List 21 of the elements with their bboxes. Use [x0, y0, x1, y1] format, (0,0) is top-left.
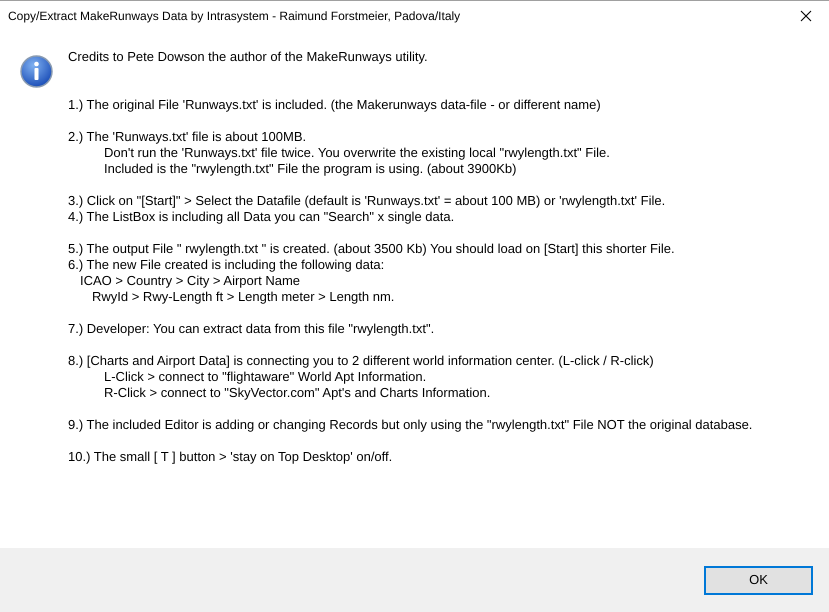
message-line: Included is the "rwylength.txt" File the program is using. (about 3900Kb)	[104, 161, 518, 177]
message-line: R-Click > connect to "SkyVector.com" Apt's and Charts Information.	[104, 385, 492, 401]
message-line: 10.) The small [ T ] button > 'stay on Top Desktop' on/off.	[68, 449, 394, 465]
message-line: 5.) The output File " rwylength.txt " is created. (about 3500 Kb) You should load on [Start] this shorter File.	[68, 241, 676, 257]
message-line: L-Click > connect to "flightaware" World Apt Information.	[104, 369, 428, 385]
credits-text: Credits to Pete Dowson the author of the MakeRunways utility.	[68, 49, 429, 65]
message-line: 2.) The 'Runways.txt' file is about 100MB.	[68, 129, 308, 145]
message-line: 3.) Click on "[Start]" > Select the Datafile (default is 'Runways.txt' = about 100 MB) or 'rwylength.txt' File.	[68, 193, 666, 209]
ok-button[interactable]: OK	[704, 566, 813, 594]
message-line: 6.) The new File created is including the following data:	[68, 257, 386, 273]
message-line: 7.) Developer: You can extract data from this file "rwylength.txt".	[68, 321, 436, 337]
message-line: 9.) The included Editor is adding or changing Records but only using the "rwylength.txt" File NOT the original database.	[68, 417, 752, 433]
close-icon	[800, 10, 812, 22]
message-line: RwyId > Rwy-Length ft > Length meter > Length nm.	[92, 289, 396, 305]
message-line: ICAO > Country > City > Airport Name	[80, 273, 301, 289]
message-line: 1.) The original File 'Runways.txt' is included. (the Makerunways data-file - or different name)	[68, 97, 602, 113]
window-title: Copy/Extract MakeRunways Data by Intrasystem - Raimund Forstmeier, Padova/Italy	[8, 8, 460, 24]
message-line: 8.) [Charts and Airport Data] is connecting you to 2 different world information center. (L-click / R-click)	[68, 353, 655, 369]
message-line: Don't run the 'Runways.txt' file twice. You overwrite the existing local "rwylength.txt" File.	[104, 145, 611, 161]
message-line: 4.) The ListBox is including all Data you can "Search" x single data.	[68, 209, 456, 225]
info-icon	[20, 55, 53, 88]
